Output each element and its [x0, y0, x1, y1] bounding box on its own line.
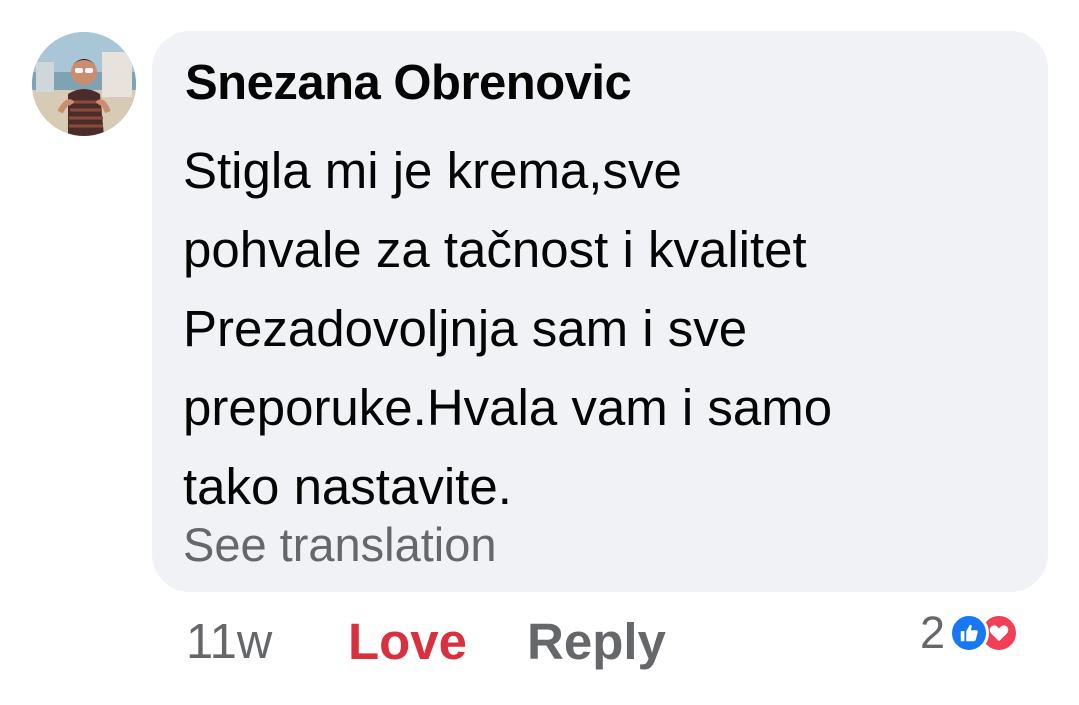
- comment-text-line: Stigla mi je krema,sve: [183, 142, 682, 199]
- comment-text-line: tako nastavite.: [183, 458, 512, 515]
- like-icon: [949, 613, 990, 653]
- comment-text-line: pohvale za tačnost i kvalitet: [183, 221, 807, 278]
- reaction-summary[interactable]: 2: [920, 607, 1020, 658]
- comment-text-line: preporuke.Hvala vam i samo: [183, 379, 833, 436]
- comment-bubble: Snezana Obrenovic Stigla mi je krema,sve…: [152, 31, 1048, 592]
- author-name[interactable]: Snezana Obrenovic: [185, 55, 632, 111]
- reaction-count: 2: [920, 607, 946, 658]
- comment-text: Stigla mi je krema,sve pohvale za tačnos…: [183, 131, 1013, 526]
- comment-actions: 11w Love Reply 2: [0, 607, 1079, 688]
- avatar-photo: [32, 32, 136, 136]
- love-button[interactable]: Love: [348, 612, 467, 671]
- comment-text-line: Prezadovoljnja sam i sve: [183, 300, 748, 357]
- see-translation-link[interactable]: See translation: [183, 517, 497, 572]
- avatar[interactable]: [32, 32, 136, 136]
- reply-button[interactable]: Reply: [527, 612, 666, 671]
- comment-view: Snezana Obrenovic Stigla mi je krema,sve…: [0, 0, 1079, 705]
- timestamp[interactable]: 11w: [186, 614, 272, 670]
